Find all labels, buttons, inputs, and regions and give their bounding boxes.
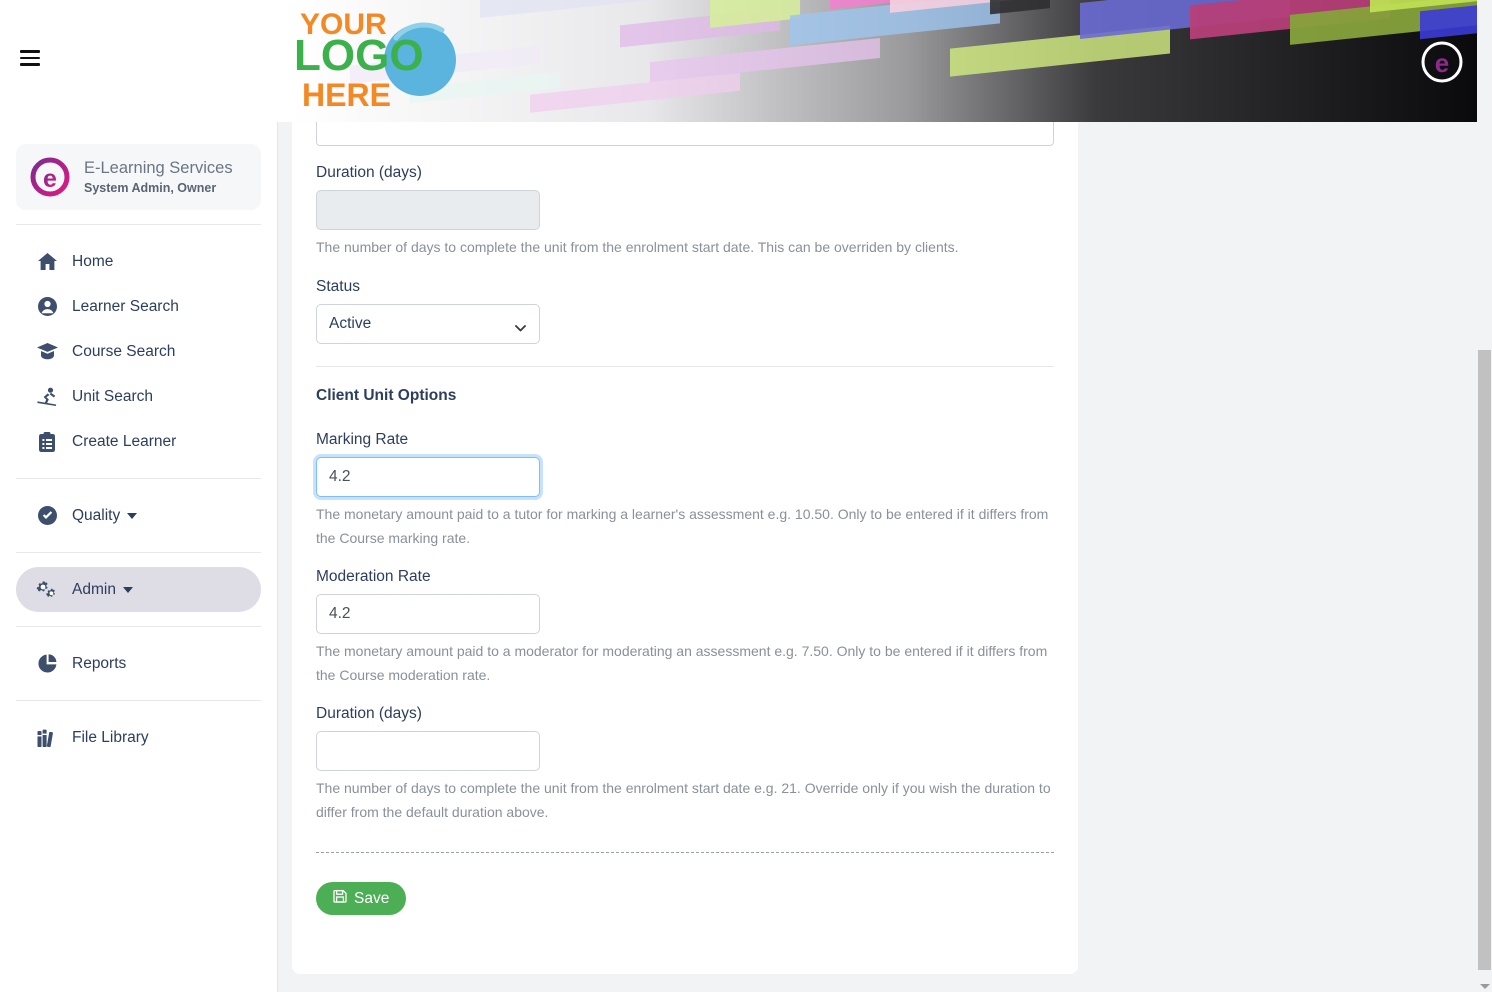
sidebar-item-label: Home	[72, 252, 114, 270]
client-duration-input[interactable]	[316, 731, 540, 771]
sidebar-item-learner-search[interactable]: Learner Search	[16, 284, 261, 329]
status-label: Status	[316, 278, 360, 295]
pie-chart-icon	[34, 653, 60, 675]
sidebar-item-create-learner[interactable]: Create Learner	[16, 419, 261, 464]
client-duration-label: Duration (days)	[316, 705, 422, 722]
user-circle-icon	[34, 296, 60, 318]
profile-name: E-Learning Services	[84, 158, 233, 177]
moderation-rate-label: Moderation Rate	[316, 568, 431, 585]
profile-role: System Admin, Owner	[84, 180, 217, 195]
duration-input[interactable]	[316, 190, 540, 230]
scrolled-input-partial[interactable]	[316, 122, 1054, 146]
main-content: Duration (days) The number of days to co…	[278, 122, 1477, 992]
sidebar-item-label: Create Learner	[72, 432, 177, 450]
scrollbar-thumb[interactable]	[1478, 350, 1491, 970]
sidebar-item-label: Reports	[72, 654, 127, 672]
marking-rate-help-text: The monetary amount paid to a tutor for …	[316, 506, 1049, 546]
duration-help-text: The number of days to complete the unit …	[316, 239, 959, 255]
profile-card[interactable]: e E-Learning Services System Admin, Owne…	[16, 144, 261, 210]
chevron-down-icon	[127, 512, 138, 519]
sidebar-item-unit-search[interactable]: Unit Search	[16, 374, 261, 419]
sidebar: e E-Learning Services System Admin, Owne…	[0, 122, 278, 992]
status-select[interactable]: Active	[316, 304, 540, 344]
moderation-rate-help-text: The monetary amount paid to a moderator …	[316, 643, 1048, 683]
form-card: Duration (days) The number of days to co…	[292, 122, 1078, 974]
site-logo: YOUR LOGO HERE	[292, 8, 472, 114]
sidebar-item-label: Unit Search	[72, 387, 153, 405]
save-button[interactable]: Save	[316, 882, 407, 915]
page-scrollbar[interactable]	[1477, 122, 1492, 992]
sidebar-item-quality[interactable]: Quality	[16, 493, 261, 538]
sidebar-item-label: Admin	[72, 580, 116, 598]
status-field-group: Status Active	[316, 278, 1054, 344]
marking-rate-label: Marking Rate	[316, 431, 409, 448]
books-icon	[34, 727, 60, 749]
sidebar-item-course-search[interactable]: Course Search	[16, 329, 261, 374]
marking-rate-input[interactable]	[316, 457, 540, 497]
client-duration-field-group: Duration (days) The number of days to co…	[316, 705, 1054, 824]
hamburger-menu-icon[interactable]	[20, 50, 40, 66]
duration-label: Duration (days)	[316, 164, 422, 181]
status-selected-value: Active	[329, 315, 372, 332]
svg-text:e: e	[43, 165, 57, 193]
sidebar-divider-4	[16, 626, 261, 627]
scroll-down-arrow-icon[interactable]	[1480, 984, 1490, 989]
marking-rate-field-group: Marking Rate The monetary amount paid to…	[316, 431, 1054, 550]
sidebar-item-file-library[interactable]: File Library	[16, 715, 261, 760]
sidebar-item-label: File Library	[72, 728, 149, 746]
chevron-down-icon	[122, 586, 133, 593]
svg-text:HERE: HERE	[302, 77, 391, 113]
sidebar-divider-5	[16, 700, 261, 701]
home-icon	[34, 251, 60, 273]
sidebar-divider-2	[16, 478, 261, 479]
form-footer-divider	[316, 852, 1054, 853]
chevron-down-icon	[515, 319, 526, 332]
avatar: e	[30, 157, 70, 197]
save-button-label: Save	[354, 889, 390, 907]
gears-icon	[34, 579, 60, 601]
graduation-cap-icon	[34, 341, 60, 363]
sidebar-item-label: Learner Search	[72, 297, 179, 315]
sidebar-item-label: Quality	[72, 506, 121, 524]
sidebar-item-label: Course Search	[72, 342, 176, 360]
sidebar-divider-1	[16, 224, 261, 225]
svg-text:e: e	[1435, 48, 1449, 78]
clipboard-icon	[34, 431, 60, 453]
e-badge-icon[interactable]: e	[1421, 41, 1463, 83]
sidebar-item-reports[interactable]: Reports	[16, 641, 261, 686]
section-divider	[316, 366, 1054, 367]
check-circle-icon	[34, 505, 60, 527]
client-unit-options-title: Client Unit Options	[316, 387, 457, 404]
floppy-disk-icon	[333, 889, 347, 908]
skier-icon	[34, 386, 60, 408]
sidebar-item-admin[interactable]: Admin	[16, 567, 261, 612]
client-duration-help-text: The number of days to complete the unit …	[316, 780, 1051, 820]
sidebar-divider-3	[16, 552, 261, 553]
top-banner: YOUR LOGO HERE e	[0, 0, 1477, 122]
moderation-rate-input[interactable]	[316, 594, 540, 634]
svg-text:LOGO: LOGO	[294, 31, 424, 80]
sidebar-item-home[interactable]: Home	[16, 239, 261, 284]
moderation-rate-field-group: Moderation Rate The monetary amount paid…	[316, 568, 1054, 687]
